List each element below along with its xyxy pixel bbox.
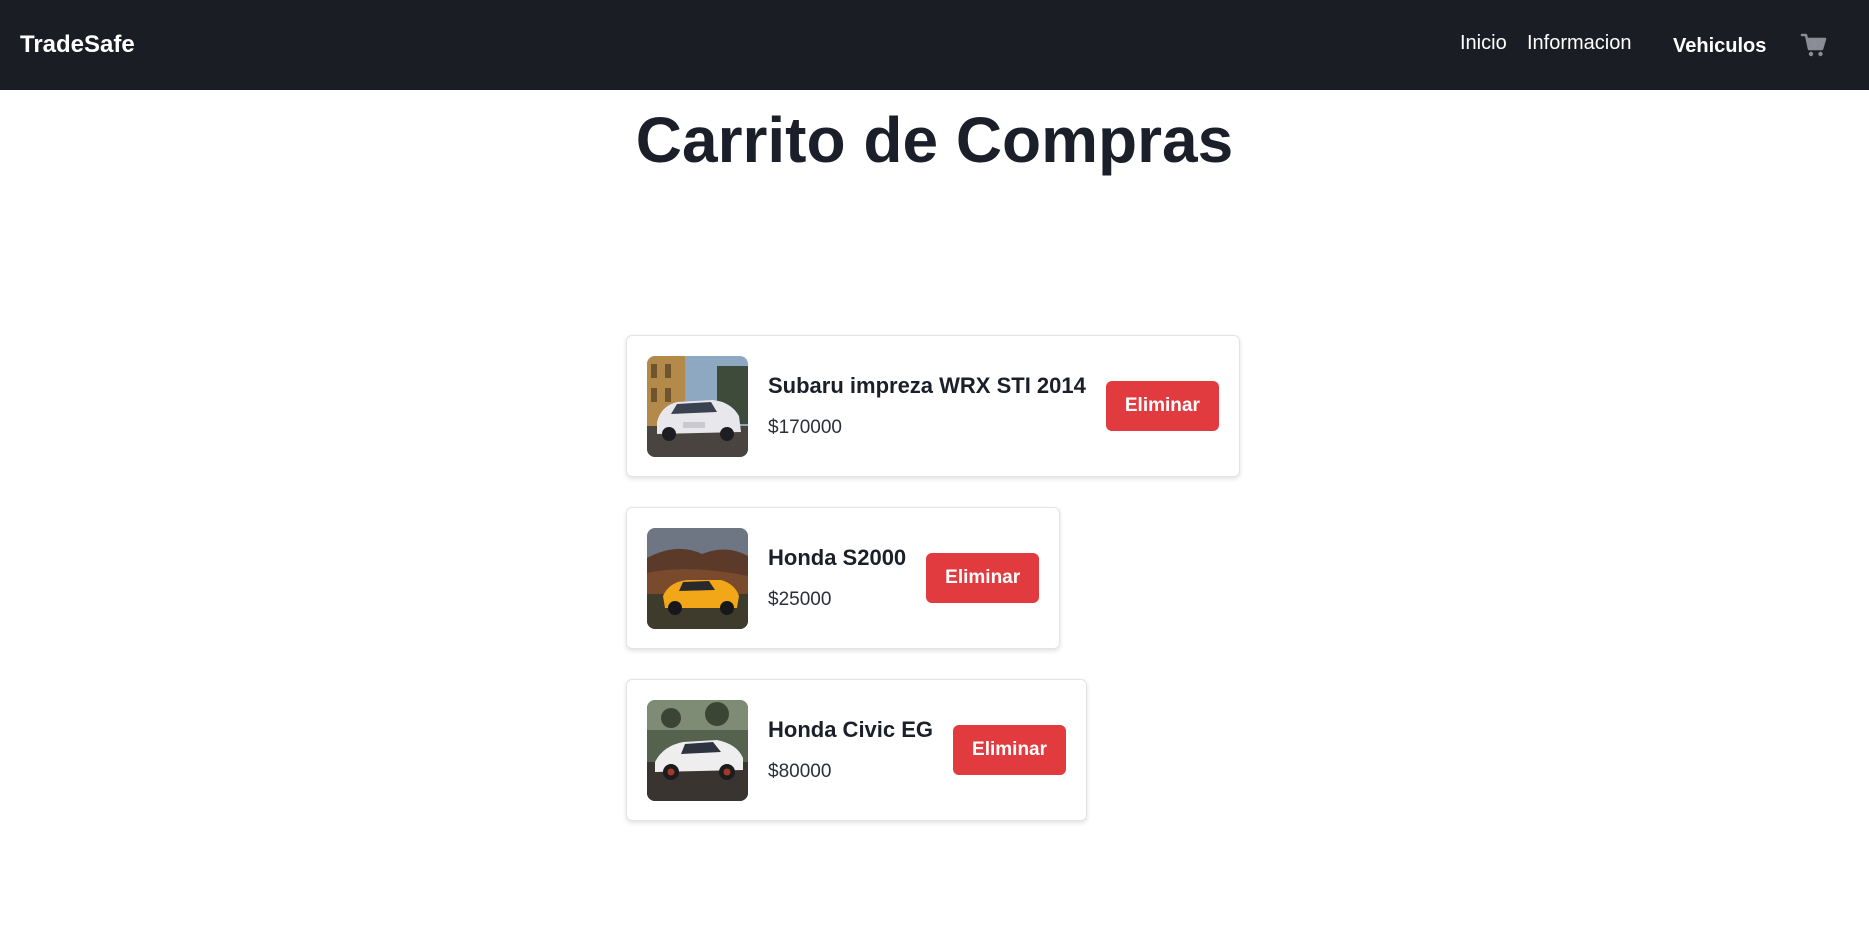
item-info: Honda S2000 $25000 [768, 544, 906, 612]
remove-button[interactable]: Eliminar [953, 725, 1067, 775]
remove-button[interactable]: Eliminar [1105, 381, 1219, 431]
nav-link-vehiculos[interactable]: Vehiculos [1673, 33, 1766, 59]
nav-link-informacion[interactable]: Informacion [1527, 30, 1632, 56]
item-name: Honda S2000 [768, 545, 907, 570]
item-info: Subaru impreza WRX STI 2014 $170000 [768, 372, 1086, 440]
item-price: $170000 [768, 417, 842, 438]
white-subaru-photo [647, 355, 748, 457]
remove-button[interactable]: Eliminar [926, 553, 1040, 603]
item-name: Subaru impreza WRX STI 2014 [768, 373, 1086, 398]
cart-item: Subaru impreza WRX STI 2014 $170000 Elim… [626, 335, 1240, 477]
item-name: Honda Civic EG [768, 717, 934, 742]
navbar: TradeSafe Inicio Informacion Vehiculos [0, 0, 1869, 90]
nav-link-inicio[interactable]: Inicio [1460, 30, 1507, 56]
yellow-honda-s2000-photo [647, 527, 748, 629]
cart-item: Honda S2000 $25000 Eliminar [626, 507, 1061, 649]
item-price: $25000 [768, 589, 832, 610]
shopping-cart-icon[interactable] [1800, 31, 1828, 59]
item-info: Honda Civic EG $80000 [768, 716, 933, 784]
cart-item: Honda Civic EG $80000 Eliminar [626, 679, 1088, 821]
white-honda-civic-photo [647, 699, 748, 801]
page-title: Carrito de Compras [635, 104, 1234, 176]
item-price: $80000 [768, 761, 832, 782]
cart-list: Subaru impreza WRX STI 2014 $170000 Elim… [626, 335, 1240, 821]
brand-logo[interactable]: TradeSafe [20, 30, 135, 60]
